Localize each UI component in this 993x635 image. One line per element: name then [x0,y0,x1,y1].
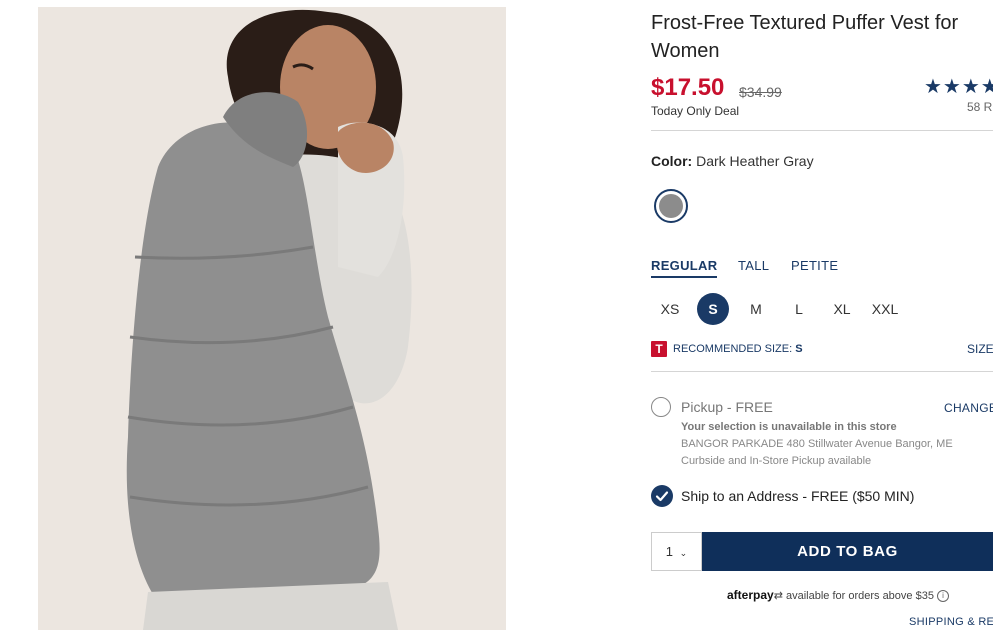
unavailable-message: Your selection is unavailable in this st… [681,421,897,433]
color-selection: Color: Dark Heather Gray [651,153,814,169]
color-value: Dark Heather Gray [696,153,814,169]
ship-to-address-radio[interactable] [651,485,673,507]
product-image[interactable] [38,7,506,630]
checkmark-icon [655,491,669,502]
size-guide-link[interactable]: SIZE [967,342,993,356]
size-xl-button[interactable]: XL [826,293,858,325]
pickup-label: Pickup - FREE [681,399,773,415]
sale-price: $17.50 [651,74,725,101]
size-m-button[interactable]: M [740,293,772,325]
divider [651,371,993,372]
afterpay-arrows-icon: ⇄ [773,590,783,602]
change-store-link[interactable]: CHANGE [944,401,993,415]
watermark-text: ladies.ep.ua [11,557,26,625]
recommended-size[interactable]: RECOMMENDED SIZE: S [673,343,803,355]
watermark: ladies.ep.ua [2,500,30,630]
quantity-select[interactable]: 1 ⌄ [651,532,702,571]
recommended-size-value: S [795,343,803,355]
recommended-size-label: RECOMMENDED SIZE: [673,343,796,355]
size-s-button[interactable]: S [697,293,729,325]
review-count-link[interactable]: 58 R [967,100,992,114]
tab-petite[interactable]: PETITE [791,258,838,276]
deal-label: Today Only Deal [651,104,740,118]
afterpay-logo: afterpay [727,588,774,602]
product-photo-illustration [38,7,506,630]
original-price: $34.99 [739,84,782,100]
size-xs-button[interactable]: XS [654,293,686,325]
quantity-value: 1 [665,544,674,559]
tab-tall[interactable]: TALL [738,258,769,276]
store-address: BANGOR PARKADE 480 Stillwater Avenue Ban… [681,438,953,450]
swatch-fill [659,194,683,218]
divider [651,130,993,131]
pickup-radio[interactable] [651,397,671,417]
ship-to-address-label: Ship to an Address - FREE ($50 MIN) [681,488,915,504]
curbside-info: Curbside and In-Store Pickup available [681,455,872,467]
afterpay-text: available for orders above $35 [782,590,938,602]
afterpay-message: afterpay⇄ available for orders above $35… [727,588,950,603]
chevron-down-icon: ⌄ [679,548,688,558]
size-xxl-button[interactable]: XXL [869,293,901,325]
product-title: Frost-Free Textured Puffer Vest for Wome… [651,12,959,62]
color-swatch-dark-heather-gray[interactable] [654,189,688,223]
info-icon[interactable]: i [937,590,950,603]
size-l-button[interactable]: L [783,293,815,325]
rating-stars[interactable]: ★★★★ [924,74,993,99]
true-fit-logo-icon: T [651,341,667,357]
shipping-returns-link[interactable]: SHIPPING & RET [909,616,993,628]
color-label: Color: [651,153,693,169]
tab-regular[interactable]: REGULAR [651,258,718,278]
add-to-bag-button[interactable]: ADD TO BAG [702,532,993,571]
